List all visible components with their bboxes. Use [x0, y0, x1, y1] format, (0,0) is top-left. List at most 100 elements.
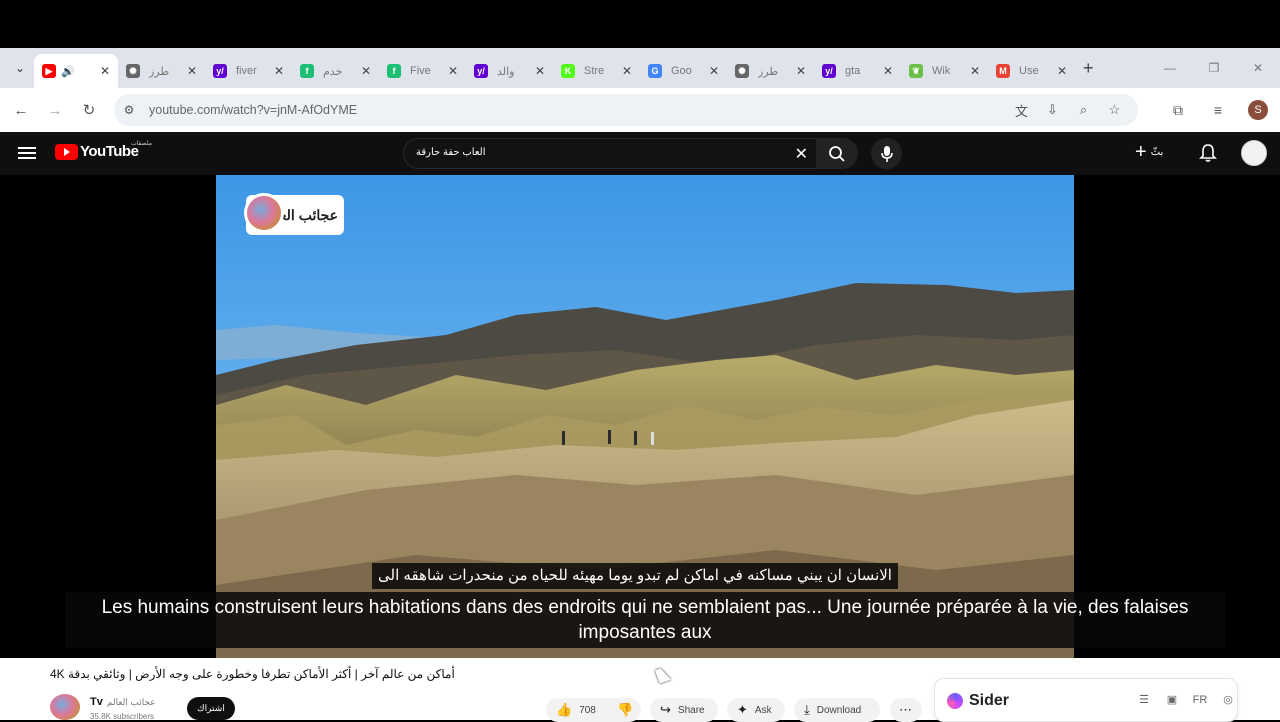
media-controls-icon[interactable]: ≡ — [1198, 102, 1238, 118]
translate-icon[interactable]: 文 — [1006, 101, 1037, 120]
search-button[interactable] — [816, 138, 858, 169]
tab-0[interactable]: ▶ 🔊 ✕ — [34, 54, 118, 88]
search-input[interactable]: العاب حفة حارقة ✕ — [403, 138, 817, 169]
forward-button[interactable]: → — [38, 102, 72, 119]
tab-5[interactable]: y/والد ✕ — [466, 54, 553, 88]
tab-11[interactable]: M Use ✕ — [988, 54, 1075, 88]
clear-search-icon[interactable]: ✕ — [795, 144, 808, 164]
maximize-button[interactable]: ❐ — [1192, 61, 1236, 75]
omnibox-actions: 文 ⇩ ⌕ ☆ — [1006, 94, 1130, 126]
minimize-button[interactable]: — — [1148, 61, 1192, 75]
window-controls: — ❐ ✕ — [1148, 48, 1280, 88]
tab-close-icon[interactable]: ✕ — [709, 64, 719, 78]
tab-close-icon[interactable]: ✕ — [187, 64, 197, 78]
tab-close-icon[interactable]: ✕ — [883, 64, 893, 78]
thumbs-down-icon: 👎 — [617, 702, 634, 717]
voice-search-button[interactable] — [871, 138, 902, 169]
tab-close-icon[interactable]: ✕ — [796, 64, 806, 78]
like-button[interactable]: 👍 708 — [546, 698, 607, 722]
dislike-button[interactable]: 👎 — [607, 698, 641, 722]
youtube-header: YouTube ملصقات العاب حفة حارقة ✕ + بثّ — [0, 132, 1280, 175]
subscribe-button[interactable]: اشتراك — [187, 697, 235, 720]
video-title: أماكن من عالم آخر | أكثر الأماكن تطرفا و… — [50, 667, 455, 681]
yahoo-icon: y/ — [213, 64, 227, 78]
channel-name-arabic: عجائب العالم — [106, 697, 156, 707]
sider-logo: Sider — [947, 692, 1009, 710]
tab-close-icon[interactable]: ✕ — [361, 64, 371, 78]
sider-extension-panel[interactable]: Sider ☰ ▣ FR ◎ — [934, 678, 1238, 722]
ask-label: Ask — [754, 704, 772, 716]
youtube-logo[interactable]: YouTube ملصقات — [55, 141, 152, 160]
install-app-icon[interactable]: ⇩ — [1037, 102, 1068, 118]
more-actions-button[interactable]: ⋯ — [890, 698, 922, 722]
ask-button[interactable]: ✦ Ask — [727, 698, 785, 722]
tab-2[interactable]: y/fiver ✕ — [205, 54, 292, 88]
tab-title: طرز — [758, 65, 779, 78]
zoom-icon[interactable]: ⌕ — [1068, 102, 1099, 118]
create-button[interactable]: + بثّ — [1135, 142, 1163, 162]
reload-button[interactable]: ↻ — [72, 101, 106, 119]
tab-title: Wik — [932, 65, 951, 77]
tab-3[interactable]: f خدم ✕ — [292, 54, 379, 88]
leaf-icon: ❦ — [909, 64, 923, 78]
tab-close-icon[interactable]: ✕ — [970, 64, 980, 78]
channel-name-latin: Tv — [90, 696, 103, 708]
more-icon: ⋯ — [899, 702, 912, 717]
extensions-icon[interactable]: ⧉ — [1158, 102, 1198, 119]
yahoo-icon: y/ — [474, 64, 488, 78]
download-button[interactable]: ⤓ Download — [794, 698, 880, 722]
new-tab-button[interactable]: + — [1083, 58, 1094, 79]
tab-close-icon[interactable]: ✕ — [622, 64, 632, 78]
tab-close-icon[interactable]: ✕ — [100, 64, 110, 78]
site-info-icon[interactable]: ⚙ — [114, 103, 144, 117]
sider-tools: ☰ ▣ FR ◎ — [1130, 693, 1242, 707]
video-info-area: أماكن من عالم آخر | أكثر الأماكن تطرفا و… — [0, 658, 1280, 722]
audio-playing-icon[interactable]: 🔊 — [61, 65, 75, 78]
tab-title: طرز — [149, 65, 170, 78]
tab-close-icon[interactable]: ✕ — [274, 64, 284, 78]
screen-top-border — [0, 0, 1280, 48]
tab-title: Five — [410, 65, 431, 77]
browser-toolbar: ← → ↻ ⚙ youtube.com/watch?v=jnM-AfOdYME … — [0, 88, 1280, 132]
tab-title: والد — [497, 65, 515, 78]
tab-title: Goo — [671, 65, 692, 77]
sider-language[interactable]: FR — [1186, 694, 1214, 706]
tab-7[interactable]: G Goo ✕ — [640, 54, 727, 88]
settings-icon[interactable]: ◎ — [1214, 693, 1242, 706]
back-button[interactable]: ← — [4, 102, 38, 119]
channel-avatar[interactable] — [50, 694, 80, 720]
share-button[interactable]: ↪ Share — [650, 698, 718, 722]
list-icon[interactable]: ☰ — [1130, 693, 1158, 706]
tab-4[interactable]: f Five ✕ — [379, 54, 466, 88]
profile-avatar[interactable]: S — [1248, 100, 1268, 120]
tab-close-icon[interactable]: ✕ — [535, 64, 545, 78]
yahoo-icon: y/ — [822, 64, 836, 78]
thumbs-up-icon: 👍 — [556, 702, 573, 717]
notifications-bell-icon[interactable] — [1199, 143, 1217, 168]
tab-10[interactable]: ❦ Wik ✕ — [901, 54, 988, 88]
sider-name: Sider — [969, 692, 1010, 709]
bookmark-star-icon[interactable]: ☆ — [1099, 102, 1130, 118]
url-text[interactable]: youtube.com/watch?v=jnM-AfOdYME — [149, 103, 357, 117]
tab-6[interactable]: K Stre ✕ — [553, 54, 640, 88]
account-avatar[interactable] — [1241, 140, 1267, 166]
video-player[interactable]: عجائب العالم الانسان ان يبني مساكنه في ا… — [0, 175, 1280, 658]
close-window-button[interactable]: ✕ — [1236, 61, 1280, 75]
plus-icon: + — [1135, 141, 1147, 163]
channel-watermark: عجائب العالم — [244, 193, 344, 235]
tab-9[interactable]: y/gta ✕ — [814, 54, 901, 88]
menu-icon[interactable] — [18, 144, 36, 162]
tab-search-chevron-icon[interactable]: ⌄ — [6, 54, 34, 82]
subtitle-icon[interactable]: ▣ — [1158, 693, 1186, 706]
tab-close-icon[interactable]: ✕ — [448, 64, 458, 78]
kick-icon: K — [561, 64, 575, 78]
caption-french: Les humains construisent leurs habitatio… — [65, 592, 1225, 648]
youtube-country-label: ملصقات — [131, 141, 152, 147]
tab-close-icon[interactable]: ✕ — [1057, 64, 1067, 78]
tab-8[interactable]: ✺ طرز ✕ — [727, 54, 814, 88]
channel-name[interactable]: Tv عجائب العالم — [90, 696, 156, 708]
tab-title: Stre — [584, 65, 605, 77]
tab-1[interactable]: ✺ طرز ✕ — [118, 54, 205, 88]
address-bar[interactable]: ⚙ youtube.com/watch?v=jnM-AfOdYME 文 ⇩ ⌕ … — [114, 94, 1138, 126]
search-query: العاب حفة حارقة — [416, 147, 486, 158]
